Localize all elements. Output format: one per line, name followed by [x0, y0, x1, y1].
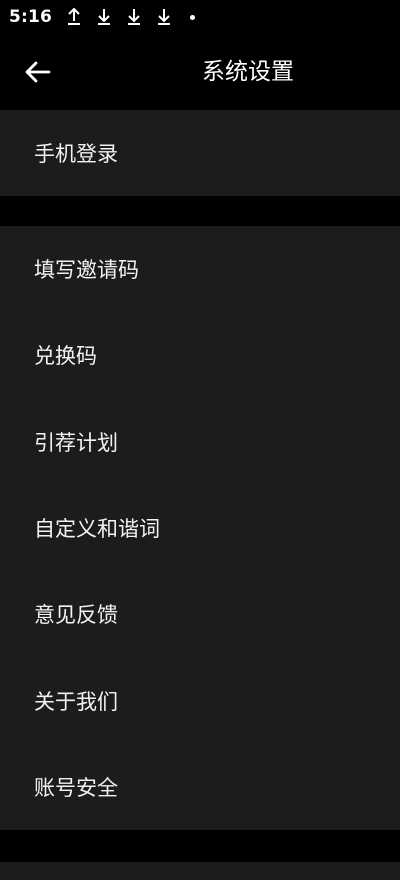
status-bar: 5:16: [0, 0, 400, 34]
upload-arrow-icon: [66, 7, 82, 27]
settings-item-account-security[interactable]: 账号安全: [0, 744, 400, 830]
settings-item-feedback[interactable]: 意见反馈: [0, 571, 400, 657]
settings-group-next: [0, 862, 400, 880]
settings-item-about-us[interactable]: 关于我们: [0, 657, 400, 743]
settings-item-label: 兑换码: [34, 344, 97, 369]
settings-group-login: 手机登录: [0, 110, 400, 196]
settings-group-main: 填写邀请码 兑换码 引荐计划 自定义和谐词 意见反馈 关于我们 账号安全: [0, 226, 400, 830]
settings-item-label: 填写邀请码: [34, 258, 139, 283]
settings-item-invite-code[interactable]: 填写邀请码: [0, 226, 400, 312]
download-arrow-icon: [96, 7, 112, 27]
title-bar: 系统设置: [0, 34, 400, 110]
settings-item-label: 账号安全: [34, 775, 118, 800]
settings-item-redeem-code[interactable]: 兑换码: [0, 312, 400, 398]
settings-item-label: 意见反馈: [34, 603, 118, 628]
download-arrow-icon: [126, 7, 142, 27]
settings-item-label: 手机登录: [34, 142, 118, 166]
notification-dot-icon: [190, 14, 196, 20]
settings-item-phone-login[interactable]: 手机登录: [0, 110, 400, 196]
status-time: 5:16: [9, 7, 53, 27]
settings-item-referral-program[interactable]: 引荐计划: [0, 399, 400, 485]
settings-item-label: 关于我们: [34, 689, 118, 714]
settings-item-label: 自定义和谐词: [34, 517, 160, 542]
settings-item-custom-filter-words[interactable]: 自定义和谐词: [0, 485, 400, 571]
page-title: 系统设置: [202, 59, 294, 85]
download-arrow-icon: [156, 7, 172, 27]
settings-item-label: 引荐计划: [34, 430, 118, 455]
